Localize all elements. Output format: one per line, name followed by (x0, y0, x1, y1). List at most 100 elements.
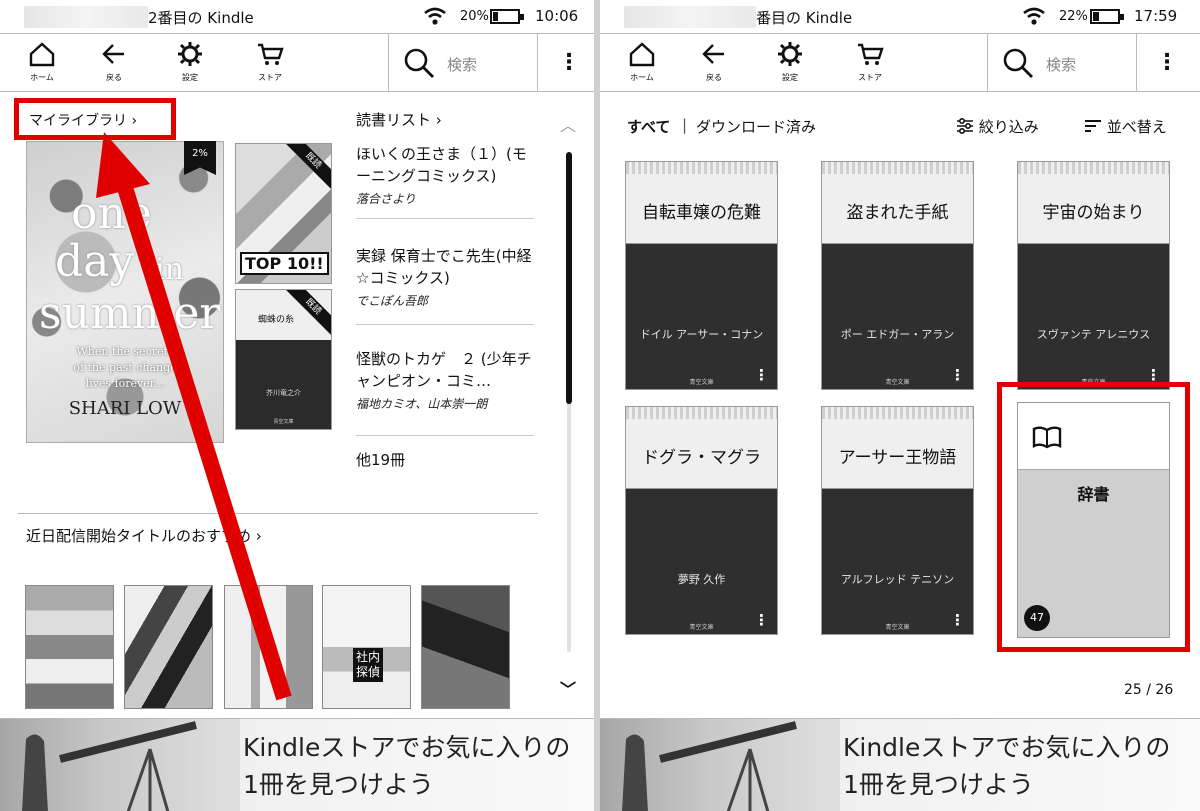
back-button[interactable]: 戻る (684, 40, 744, 86)
book-author: アルフレッド テニソン (840, 573, 955, 586)
cart-icon (858, 43, 884, 65)
settings-button[interactable]: 設定 (760, 40, 820, 86)
device-name: 2番目の Kindle (148, 9, 254, 27)
more-menu-icon[interactable]: ⋮ (558, 50, 580, 76)
book-author: 夢野 久作 (677, 573, 726, 586)
book-tile[interactable]: 自転車嬢の危難 ドイル アーサー・コナン 青空文庫 ⋮ (625, 161, 778, 390)
cart-icon (258, 43, 284, 65)
store-label: ストア (258, 73, 282, 82)
status-bar: 番目の Kindle 22% 17:59 (600, 0, 1200, 34)
chevron-up-icon[interactable]: ︿ (560, 112, 576, 136)
book-tile[interactable]: 宇宙の始まり スヴァンテ アレニウス 青空文庫 ⋮ (1017, 161, 1170, 390)
read-sash: 既読 (279, 144, 331, 195)
back-button[interactable]: 戻る (84, 40, 144, 86)
recommend-link[interactable]: 近日配信開始タイトルのおすすめ › (26, 525, 262, 546)
book-tile[interactable]: アーサー王物語 アルフレッド テニソン 青空文庫 ⋮ (821, 406, 974, 635)
refine-button[interactable]: 絞り込み (956, 116, 1039, 137)
reading-list-item-author: でこぽん吾郎 (356, 294, 429, 308)
store-button[interactable]: ストア (240, 40, 300, 86)
gear-icon (178, 42, 202, 66)
reading-list-link[interactable]: 読書リスト › (356, 109, 442, 130)
battery-percent: 22% (1059, 9, 1088, 24)
more-books-link[interactable]: 他19冊 (356, 449, 405, 470)
home-button[interactable]: ホーム (12, 40, 72, 86)
left-screen: 2番目の Kindle 20% 10:06 ホーム 戻る 設定 ストア 検索 ⋮… (0, 0, 596, 811)
store-banner[interactable]: Kindleストアでお気に入りの 1冊を見つけよう (600, 718, 1200, 811)
chevron-right-icon: › (435, 111, 442, 129)
book-author: ポー エドガー・アラン (840, 328, 955, 341)
dictionary-tile[interactable]: 辞書 47 (1017, 402, 1170, 638)
store-button[interactable]: ストア (840, 40, 900, 86)
chevron-down-icon[interactable]: ﹀ (560, 676, 576, 700)
dictionary-cover-band (1018, 403, 1169, 470)
home-button[interactable]: ホーム (612, 40, 672, 86)
settings-button[interactable]: 設定 (160, 40, 220, 86)
cover-word-4: summer (39, 288, 221, 339)
book-menu-icon[interactable]: ⋮ (950, 613, 965, 628)
settings-label: 設定 (782, 73, 798, 82)
book-title: 自転車嬢の危難 (642, 203, 761, 223)
cover-subtitle-line: When the secrets (76, 345, 174, 358)
book-tile[interactable]: 盗まれた手紙 ポー エドガー・アラン 青空文庫 ⋮ (821, 161, 974, 390)
search-box[interactable]: 検索 (388, 34, 538, 92)
banner-line: Kindleストアでお気に入りの (843, 733, 1171, 762)
reading-list-item[interactable]: 実録 保育士でこ先生(中経☆コミックス) でこぽん吾郎 (356, 245, 534, 325)
book-cover-kumo[interactable]: 蜘蛛の糸 芥川竜之介 青空文庫 既読 (235, 289, 332, 430)
sort-button[interactable]: 並べ替え (1084, 116, 1167, 137)
book-title: ドグラ・マグラ (642, 448, 761, 468)
search-placeholder: 検索 (1046, 56, 1077, 74)
cover-author: 芥川竜之介 (266, 389, 301, 397)
recommend-book-cover[interactable] (124, 585, 213, 709)
filter-downloaded-tab[interactable]: ダウンロード済み (696, 116, 816, 137)
toolbar: ホーム 戻る 設定 ストア 検索 ⋮ (600, 34, 1200, 92)
recommend-book-cover[interactable] (25, 585, 114, 709)
book-menu-icon[interactable]: ⋮ (1146, 368, 1161, 383)
book-tile[interactable]: ドグラ・マグラ 夢野 久作 青空文庫 ⋮ (625, 406, 778, 635)
store-banner[interactable]: Kindleストアでお気に入りの 1冊を見つけよう (0, 718, 596, 811)
banner-text: Kindleストアでお気に入りの 1冊を見つけよう (843, 729, 1170, 803)
recommend-book-cover[interactable]: 社内探偵 (322, 585, 411, 709)
scrollbar-thumb[interactable] (566, 152, 572, 404)
banner-line: 1冊を見つけよう (843, 770, 1034, 799)
book-menu-icon[interactable]: ⋮ (754, 613, 769, 628)
reading-list-item-author: 福地カミオ、山本崇一朗 (356, 397, 488, 411)
wifi-icon (424, 7, 446, 25)
more-menu-icon[interactable]: ⋮ (1156, 50, 1178, 76)
book-menu-icon[interactable]: ⋮ (754, 368, 769, 383)
reading-list-label: 読書リスト (356, 111, 432, 129)
settings-label: 設定 (182, 73, 198, 82)
book-title: アーサー王物語 (838, 448, 957, 468)
cover-publisher: 青空文庫 (273, 419, 294, 425)
book-title: 宇宙の始まり (1042, 203, 1145, 223)
book-title: 盗まれた手紙 (846, 203, 949, 223)
reading-list-item-title: 怪獣のトカゲ ２ (少年チャンピオン・コミ… (356, 350, 532, 390)
recommend-book-cover[interactable] (421, 585, 510, 709)
device-name: 番目の Kindle (756, 9, 853, 27)
book-open-icon (1032, 426, 1062, 449)
reading-list-item-title: 実録 保育士でこ先生(中経☆コミックス) (356, 247, 532, 287)
refine-label: 絞り込み (978, 118, 1039, 136)
back-label: 戻る (106, 73, 122, 82)
cover-word-2: day (55, 236, 135, 287)
divider (18, 513, 538, 514)
book-menu-icon[interactable]: ⋮ (950, 368, 965, 383)
reading-list-item[interactable]: ほいくの王さま（１）(モーニングコミックス) 落合さより (356, 143, 534, 219)
store-label: ストア (858, 73, 882, 82)
filter-all-tab[interactable]: すべて (627, 116, 670, 137)
recommend-book-cover[interactable] (224, 585, 313, 709)
clock: 17:59 (1134, 7, 1178, 25)
featured-book-cover[interactable]: one day in summer When the secrets of th… (26, 141, 224, 443)
search-box[interactable]: 検索 (987, 34, 1137, 92)
search-placeholder: 検索 (447, 56, 478, 74)
chevron-right-icon: › (131, 113, 138, 129)
book-cover-manga[interactable]: TOP 10!! 既読 (235, 143, 332, 284)
cover-subtitle: When the secrets of the past change live… (27, 344, 223, 392)
sort-label: 並べ替え (1106, 118, 1167, 136)
back-arrow-icon (102, 44, 124, 64)
home-label: ホーム (630, 73, 654, 82)
reading-list-item[interactable]: 怪獣のトカゲ ２ (少年チャンピオン・コミ… 福地カミオ、山本崇一朗 (356, 348, 534, 436)
cover-subtitle-line: of the past change (73, 361, 177, 374)
gear-icon (778, 42, 802, 66)
my-library-link[interactable]: マイライブラリ › (14, 98, 176, 140)
cover-subtitle-line: lives forever... (85, 377, 165, 390)
